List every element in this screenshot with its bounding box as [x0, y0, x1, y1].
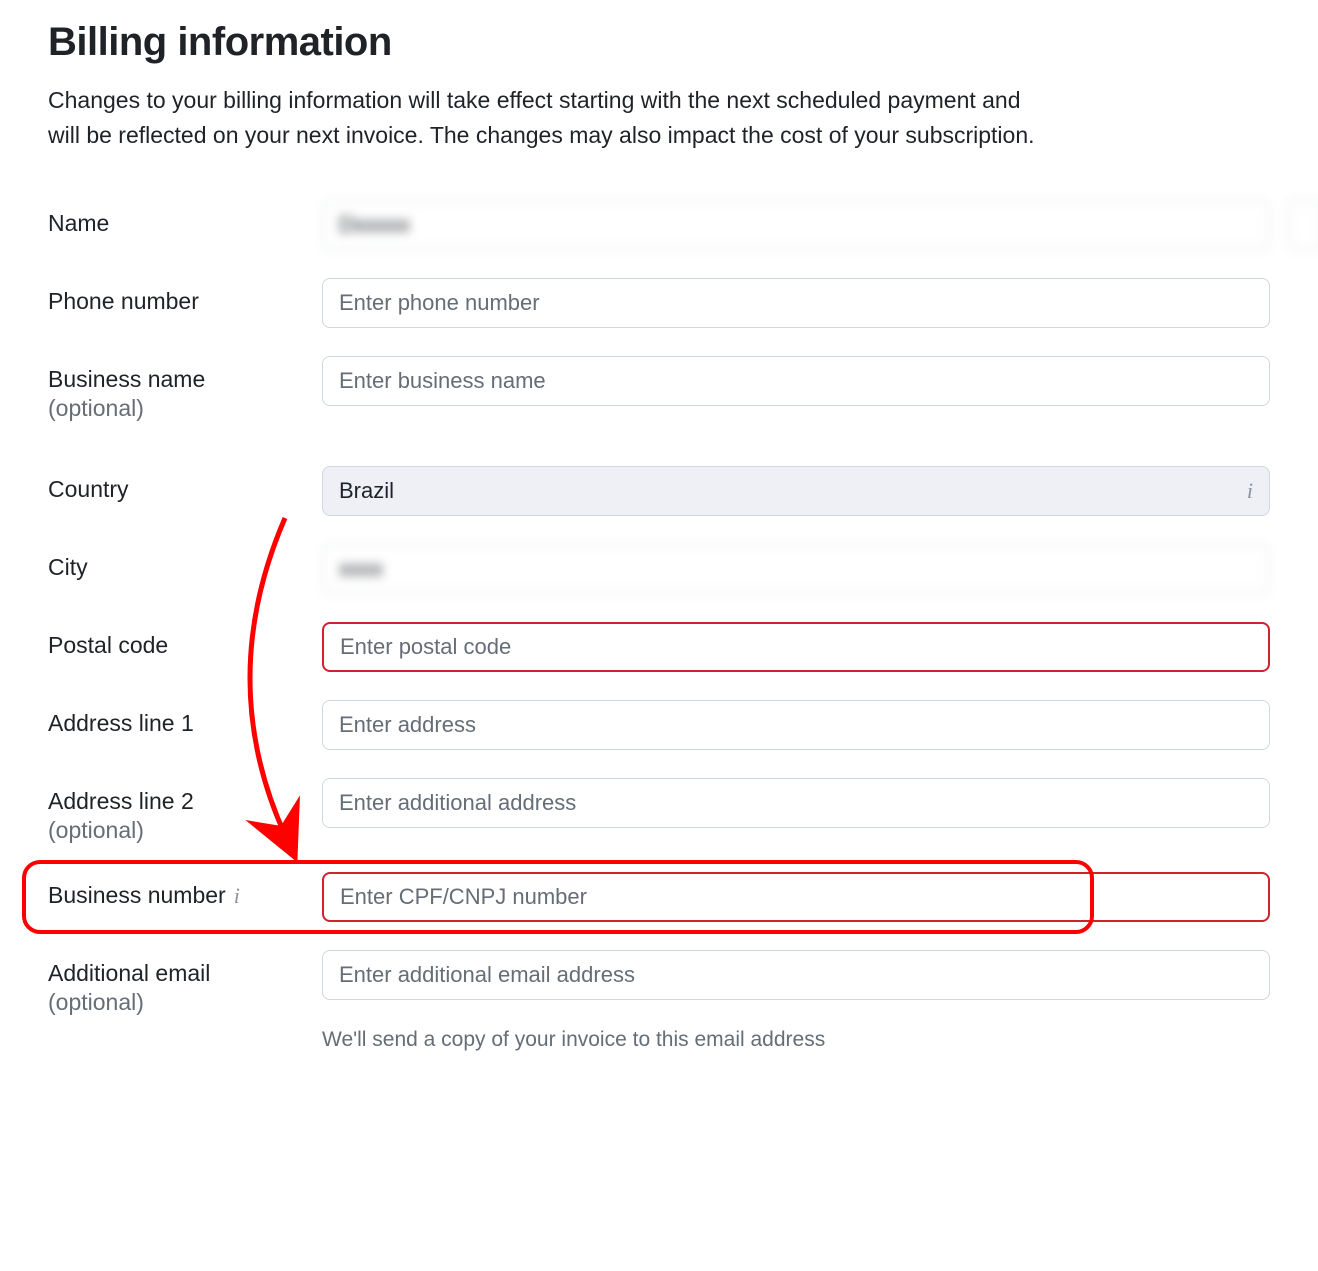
label-address2: Address line 2 [48, 788, 322, 815]
label-country: Country [48, 476, 322, 503]
city-input[interactable] [322, 544, 1270, 594]
info-icon[interactable]: i [234, 885, 240, 907]
label-business-name: Business name [48, 366, 322, 393]
label-business-number: Business number [48, 882, 226, 909]
sublabel-business-name: (optional) [48, 395, 322, 422]
row-phone: Phone number [48, 278, 1270, 328]
business-name-input[interactable] [322, 356, 1270, 406]
label-phone: Phone number [48, 288, 322, 315]
row-postal-code: Postal code [48, 622, 1270, 672]
business-number-input[interactable] [322, 872, 1270, 922]
phone-input[interactable] [322, 278, 1270, 328]
country-field: Brazil i [322, 466, 1270, 516]
row-country: Country Brazil i [48, 466, 1270, 516]
sublabel-address2: (optional) [48, 817, 322, 844]
label-postal-code: Postal code [48, 632, 322, 659]
row-business-number: Business number i [48, 872, 1270, 922]
address2-input[interactable] [322, 778, 1270, 828]
row-address2: Address line 2 (optional) [48, 778, 1270, 844]
first-name-input[interactable] [322, 200, 1270, 250]
sublabel-additional-email: (optional) [48, 989, 322, 1016]
row-name: Name [48, 200, 1270, 250]
page-title: Billing information [48, 20, 1270, 65]
row-business-name: Business name (optional) [48, 356, 1270, 422]
additional-email-input[interactable] [322, 950, 1270, 1000]
row-additional-email: Additional email (optional) We'll send a… [48, 950, 1270, 1052]
address1-input[interactable] [322, 700, 1270, 750]
row-city: City [48, 544, 1270, 594]
label-name: Name [48, 210, 322, 237]
label-additional-email: Additional email [48, 960, 322, 987]
label-city: City [48, 554, 322, 581]
page-description: Changes to your billing information will… [48, 83, 1058, 152]
last-name-input[interactable] [1288, 200, 1318, 250]
postal-code-input[interactable] [322, 622, 1270, 672]
additional-email-helper: We'll send a copy of your invoice to thi… [322, 1028, 1270, 1052]
label-address1: Address line 1 [48, 710, 322, 737]
country-value: Brazil [339, 478, 394, 504]
info-icon[interactable]: i [1247, 480, 1253, 502]
row-address1: Address line 1 [48, 700, 1270, 750]
